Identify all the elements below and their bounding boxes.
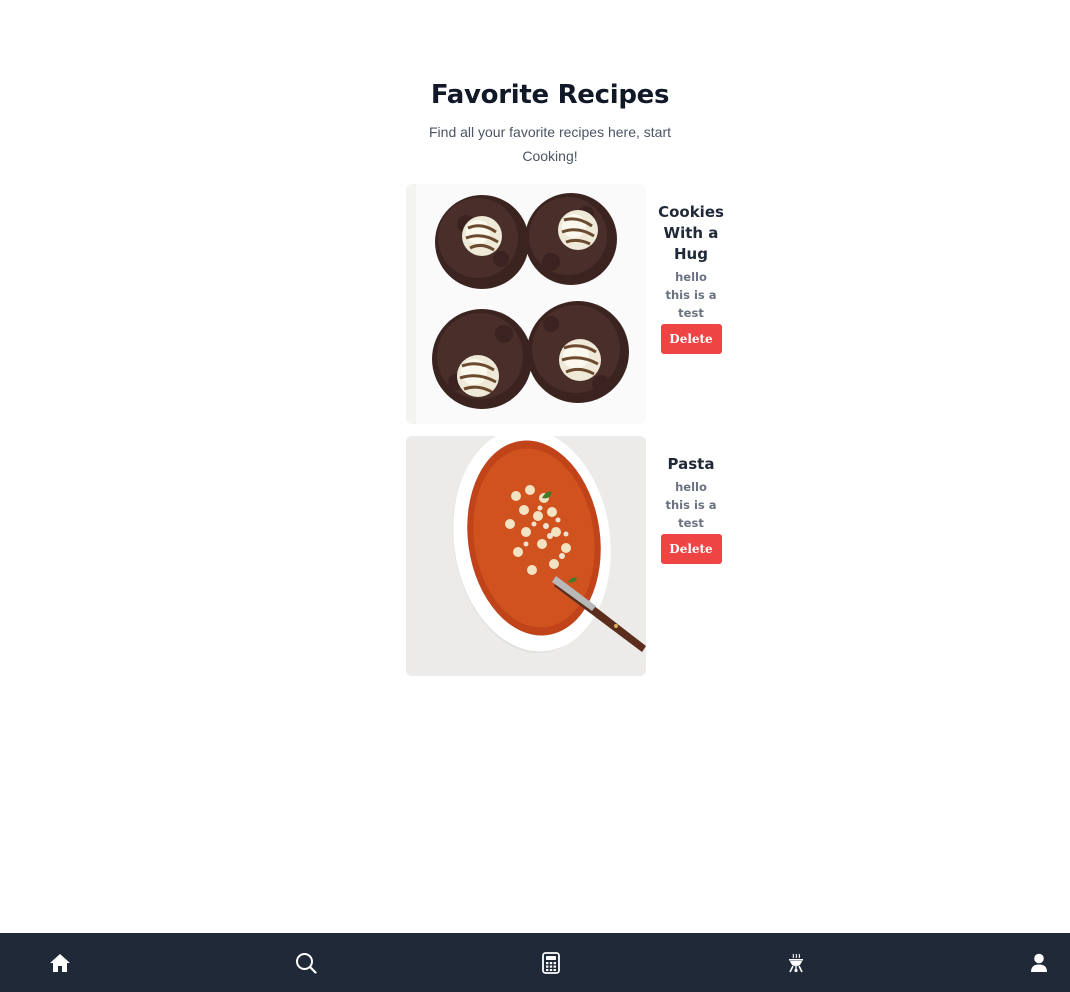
nav-search-button[interactable] bbox=[276, 933, 336, 992]
recipe-card: Pasta hello this is a test Delete bbox=[406, 436, 736, 676]
delete-button[interactable]: Delete bbox=[660, 534, 722, 564]
nav-calculator-button[interactable] bbox=[521, 933, 581, 992]
recipe-name: Pasta bbox=[667, 455, 715, 473]
nav-grill-button[interactable] bbox=[766, 933, 826, 992]
nav-profile-button[interactable] bbox=[1009, 933, 1069, 992]
calculator-icon bbox=[542, 951, 560, 974]
recipe-info: Pasta hello this is a test Delete bbox=[646, 436, 736, 564]
delete-button[interactable]: Delete bbox=[660, 324, 722, 354]
favorites-page: Favorite Recipes Find all your favorite … bbox=[0, 0, 1070, 992]
pasta-photo bbox=[406, 436, 646, 676]
recipe-list: Cookies With a Hug hello this is a test … bbox=[406, 184, 736, 688]
page-title: Favorite Recipes bbox=[430, 80, 670, 110]
user-icon bbox=[1030, 953, 1048, 973]
recipe-image-cookies bbox=[406, 184, 646, 424]
cookies-photo bbox=[406, 184, 646, 424]
search-icon bbox=[295, 952, 317, 974]
grill-icon bbox=[788, 953, 804, 973]
page-subtitle: Find all your favorite recipes here, sta… bbox=[429, 124, 671, 164]
recipe-card: Cookies With a Hug hello this is a test … bbox=[406, 184, 736, 424]
recipe-name: Cookies With a Hug bbox=[658, 203, 724, 263]
page-header: Favorite Recipes Find all your favorite … bbox=[0, 80, 1070, 168]
nav-home-button[interactable] bbox=[30, 933, 90, 992]
recipe-image-pasta bbox=[406, 436, 646, 676]
recipe-description: hello this is a test bbox=[665, 270, 717, 320]
recipe-description: hello this is a test bbox=[665, 480, 717, 530]
home-icon bbox=[49, 953, 71, 973]
bottom-nav bbox=[0, 933, 1070, 992]
recipe-info: Cookies With a Hug hello this is a test … bbox=[646, 184, 736, 354]
